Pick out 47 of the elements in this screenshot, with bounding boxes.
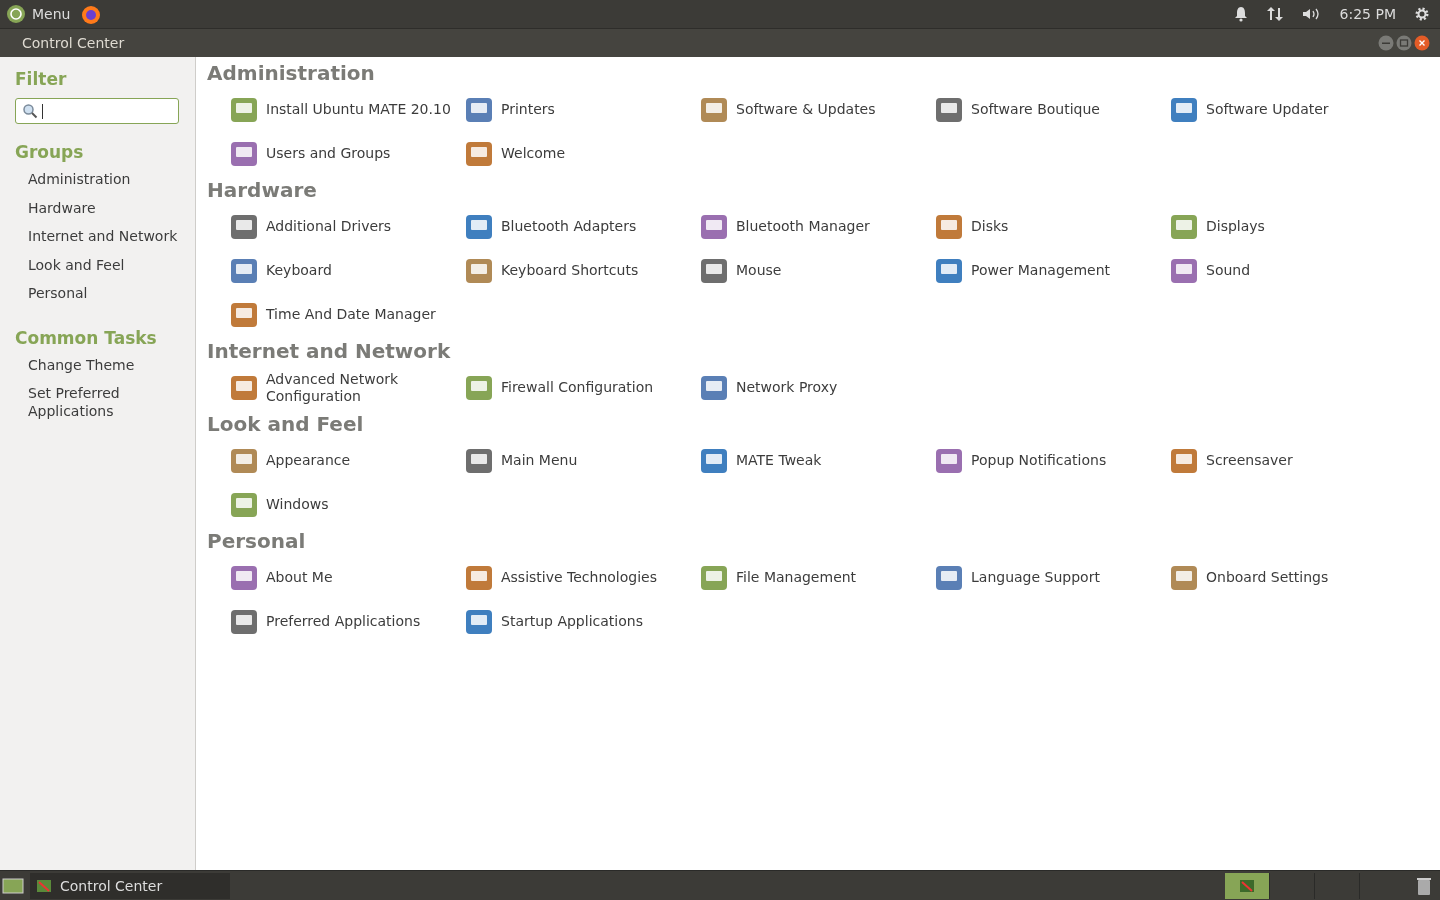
task-link[interactable]: Set Preferred Applications xyxy=(28,385,179,420)
sidebar-heading: Common Tasks xyxy=(15,327,157,348)
volume-icon[interactable] xyxy=(1301,7,1322,21)
group-link[interactable]: Administration xyxy=(28,171,131,189)
applet-item[interactable]: Software Updater xyxy=(1168,85,1403,134)
sidebar-heading: Groups xyxy=(15,142,84,162)
applet-item[interactable]: Onboard Settings xyxy=(1168,553,1403,602)
section-heading: Look and Feel xyxy=(207,412,365,436)
applet-item[interactable]: Popup Notifications xyxy=(933,436,1168,485)
close-icon[interactable] xyxy=(1414,35,1430,51)
section-heading: Administration xyxy=(207,61,376,85)
window-icon xyxy=(36,877,52,894)
settings-icon[interactable] xyxy=(1414,6,1430,22)
search-icon xyxy=(22,103,38,119)
minimize-icon[interactable] xyxy=(1378,35,1394,51)
section-heading: Personal xyxy=(207,529,307,553)
applet-item[interactable]: Software & Updates xyxy=(698,85,933,134)
workspace-switcher[interactable] xyxy=(1225,872,1269,899)
group-link[interactable]: Hardware xyxy=(28,199,96,217)
search-field[interactable] xyxy=(15,98,179,124)
group-link[interactable]: Personal xyxy=(28,285,88,303)
applet-item[interactable]: Advanced Network Configuration xyxy=(228,363,463,412)
applet-item[interactable]: File Management xyxy=(698,553,933,602)
section-heading: Internet and Network xyxy=(207,339,452,363)
show-desktop-icon[interactable] xyxy=(2,876,24,895)
section-heading: Hardware xyxy=(207,178,318,202)
applet-item[interactable]: Screensaver xyxy=(1168,436,1403,485)
menu-button[interactable]: Menu xyxy=(6,4,71,24)
task-link[interactable]: Change Theme xyxy=(28,356,135,374)
network-arrows-icon[interactable] xyxy=(1265,6,1284,22)
browser-icon[interactable] xyxy=(80,3,103,25)
taskbar-item[interactable]: Control Center xyxy=(30,872,230,899)
applet-item[interactable]: Software Boutique xyxy=(933,85,1168,134)
clock[interactable]: 6:25 PM xyxy=(1339,6,1396,22)
bell-icon[interactable] xyxy=(1233,6,1248,22)
applet-item[interactable]: Main Menu xyxy=(463,436,698,485)
sidebar-heading: Filter xyxy=(15,69,67,89)
group-link[interactable]: Internet and Network xyxy=(28,228,178,246)
applet-item[interactable]: Language Support xyxy=(933,553,1168,602)
window-icon xyxy=(1239,878,1255,893)
applet-item[interactable]: Network Proxy xyxy=(698,363,933,412)
applet-item[interactable]: MATE Tweak xyxy=(698,436,933,485)
applet-item[interactable]: Firewall Configuration xyxy=(463,363,698,412)
group-link[interactable]: Look and Feel xyxy=(28,256,125,274)
window-title: Control Center xyxy=(21,35,125,51)
trash-icon[interactable] xyxy=(1416,875,1432,896)
logo-icon xyxy=(6,4,26,24)
